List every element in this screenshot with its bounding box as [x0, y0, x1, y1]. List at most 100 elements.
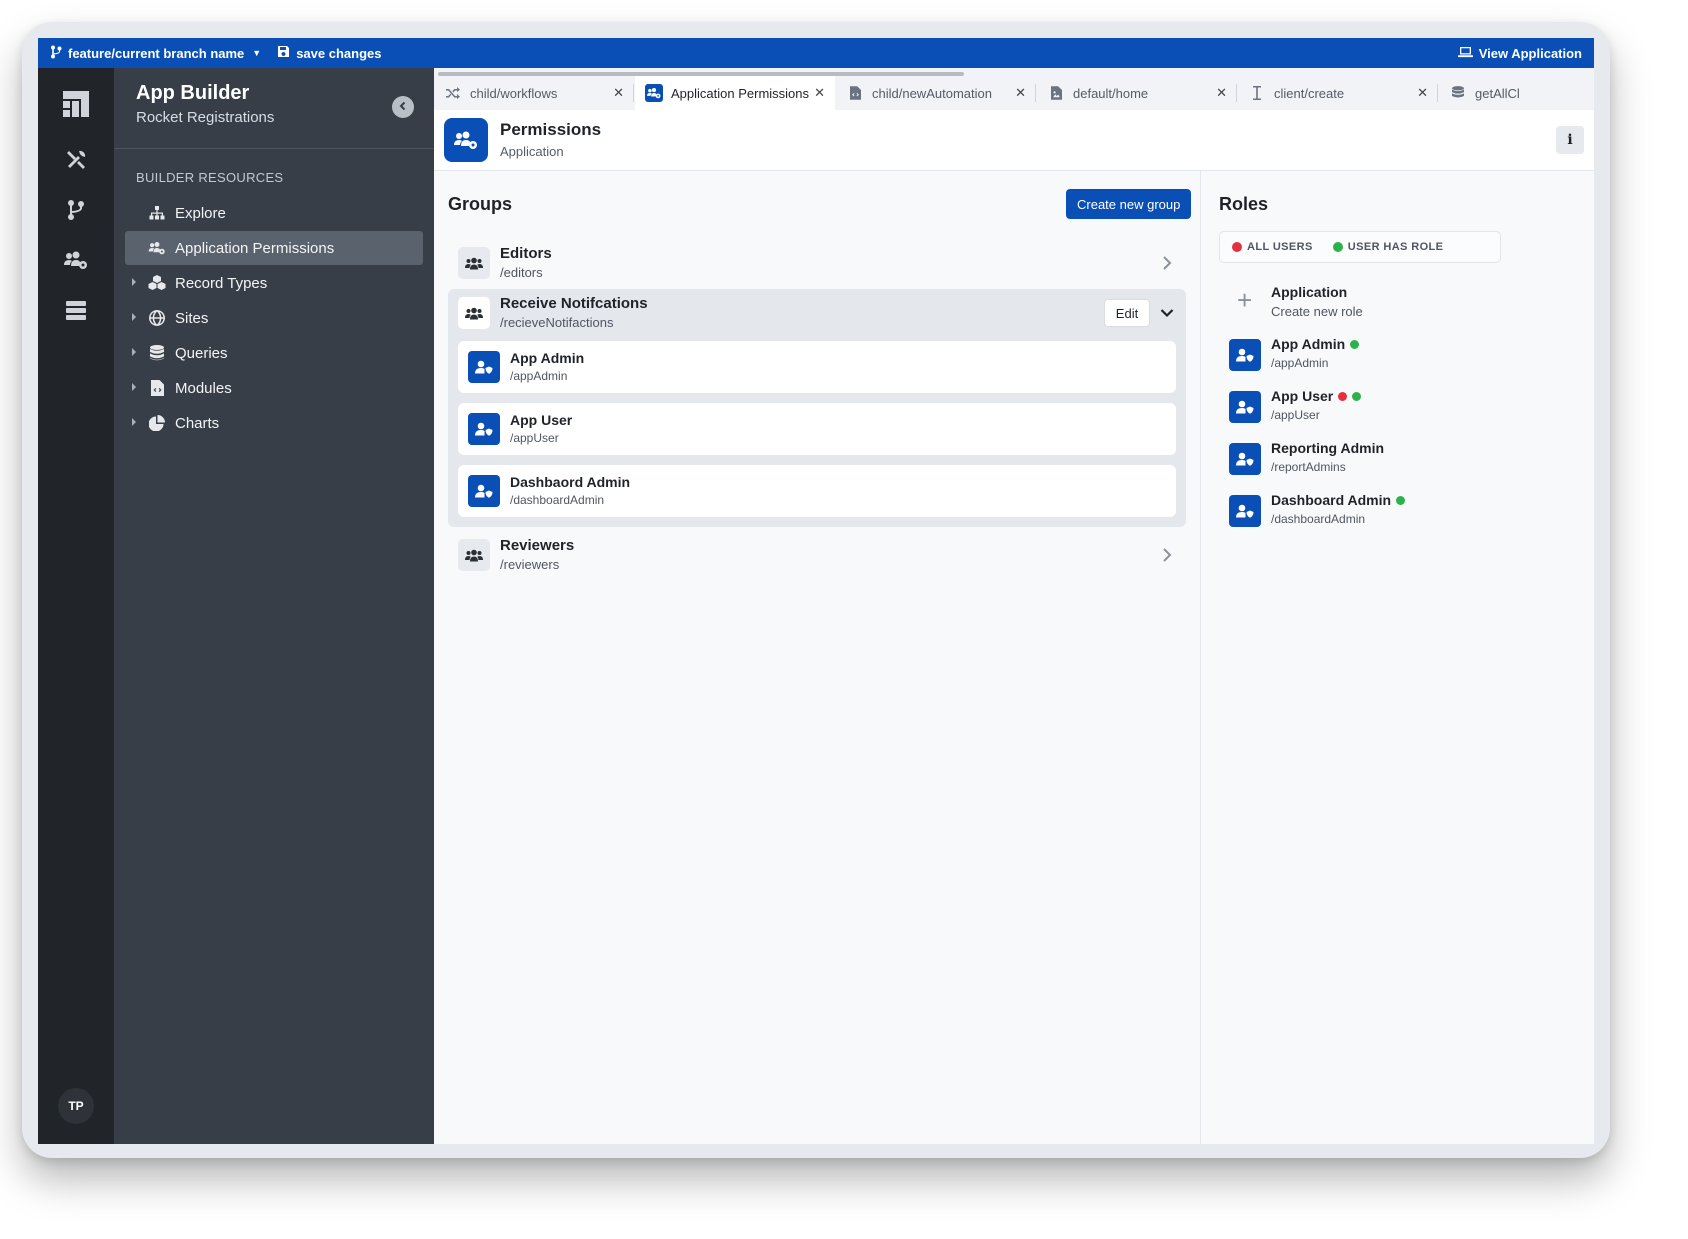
role-row-dashboard-admin[interactable]: Dashboard Admin /dashboardAdmin [1219, 485, 1579, 537]
group-row-receive-notifications[interactable]: Receive Notifcations /recieveNotifaction… [448, 289, 1186, 337]
tab-child-new-automation[interactable]: child/newAutomation ✕ [836, 76, 1036, 110]
role-path: /appAdmin [510, 369, 568, 383]
branch-selector[interactable]: feature/current branch name ▼ [50, 45, 261, 62]
logo-icon[interactable] [62, 90, 90, 118]
sidebar-item-label: Queries [175, 344, 228, 362]
chevron-down-icon[interactable] [1160, 305, 1174, 323]
group-expanded-receive-notifications: Receive Notifcations /recieveNotifaction… [448, 289, 1186, 527]
group-role-card[interactable]: App User /appUser [458, 403, 1176, 455]
user-shield-icon [468, 351, 500, 383]
chevron-right-icon[interactable] [1162, 255, 1172, 276]
sidebar-item-record-types[interactable]: Record Types [125, 266, 423, 300]
database-icon [1449, 84, 1467, 102]
all-users-dot [1338, 391, 1348, 401]
role-path: /appUser [1271, 408, 1320, 422]
tab-divider [1236, 84, 1237, 102]
roles-panel: Roles ALL USERS USER HAS ROLE + Applicat… [1200, 171, 1594, 1144]
tab-default-home[interactable]: default/home ✕ [1037, 76, 1237, 110]
group-name: Receive Notifcations [500, 295, 648, 312]
role-path: /dashboardAdmin [510, 493, 605, 507]
sidebar-nav: Explore Application Permissions Record T… [125, 196, 423, 441]
tools-icon[interactable] [62, 146, 90, 174]
info-button[interactable]: i [1556, 126, 1584, 154]
users-icon [458, 539, 490, 571]
sidebar-item-label: Application Permissions [175, 239, 335, 257]
sidebar-item-application-permissions[interactable]: Application Permissions [125, 231, 423, 265]
server-icon[interactable] [62, 296, 90, 324]
users-cog-icon [147, 238, 167, 258]
role-name: App Admin [1271, 336, 1360, 352]
role-path: /reportAdmins [1271, 460, 1346, 474]
tab-label: client/create [1274, 85, 1345, 101]
sidebar-item-queries[interactable]: Queries [125, 336, 423, 370]
sidebar-header: App Builder Rocket Registrations [136, 82, 274, 126]
user-shield-icon [1229, 339, 1261, 371]
chevron-right-icon[interactable] [1162, 547, 1172, 568]
laptop-icon [1457, 46, 1473, 61]
close-icon[interactable]: ✕ [1015, 85, 1026, 101]
save-changes-button[interactable]: save changes [277, 45, 381, 61]
green-dot [1332, 242, 1343, 252]
sidebar-item-modules[interactable]: Modules [125, 371, 423, 405]
role-name-text: Reporting Admin [1271, 440, 1385, 456]
tab-child-workflows[interactable]: child/workflows ✕ [434, 76, 634, 110]
group-role-card[interactable]: App Admin /appAdmin [458, 341, 1176, 393]
builder-resources-heading: BUILDER RESOURCES [136, 170, 284, 185]
user-has-role-dot [1350, 339, 1360, 349]
users-icon [458, 247, 490, 279]
floppy-disk-icon [277, 45, 290, 61]
role-name: Reporting Admin [1271, 440, 1384, 456]
group-row-editors[interactable]: Editors /editors [448, 239, 1186, 287]
caret-right-icon [132, 348, 136, 356]
legend-label: ALL USERS [1247, 241, 1313, 253]
group-path: /reviewers [500, 557, 560, 572]
cubes-icon [147, 273, 167, 293]
sidebar-item-charts[interactable]: Charts [125, 406, 423, 440]
plus-icon: + [1237, 285, 1253, 315]
tab-label: child/newAutomation [872, 85, 992, 101]
users-cog-icon [645, 84, 663, 102]
collapse-sidebar-button[interactable] [392, 96, 414, 118]
user-avatar[interactable]: TP [58, 1088, 94, 1124]
top-bar: feature/current branch name ▼ save chang… [38, 38, 1594, 68]
create-role-subtitle: Create new role [1271, 304, 1363, 319]
close-icon[interactable]: ✕ [613, 85, 624, 101]
sidebar-item-label: Explore [175, 204, 226, 222]
users-cog-icon[interactable] [62, 246, 90, 274]
role-path: /dashboardAdmin [1271, 512, 1366, 526]
globe-icon [147, 308, 167, 328]
group-path: /editors [500, 265, 543, 280]
role-row-reporting-admin[interactable]: Reporting Admin /reportAdmins [1219, 433, 1579, 485]
group-row-reviewers[interactable]: Reviewers /reviewers [448, 531, 1186, 579]
role-row-app-admin[interactable]: App Admin /appAdmin [1219, 329, 1579, 381]
view-application-button[interactable]: View Application [1457, 46, 1582, 61]
create-new-group-button[interactable]: Create new group [1066, 189, 1192, 219]
close-icon[interactable]: ✕ [814, 85, 825, 101]
close-icon[interactable]: ✕ [1216, 85, 1227, 101]
tab-label: Application Permissions [671, 85, 810, 101]
user-has-role-dot [1352, 391, 1362, 401]
groups-title: Groups [448, 194, 513, 214]
role-row-app-user[interactable]: App User /appUser [1219, 381, 1579, 433]
group-name: Reviewers [500, 537, 575, 554]
user-has-role-dot [1396, 495, 1406, 505]
branch-name: feature/current branch name [68, 45, 245, 61]
branch-icon[interactable] [62, 196, 90, 224]
chevron-left-icon [398, 98, 408, 116]
sidebar-item-sites[interactable]: Sites [125, 301, 423, 335]
role-name: Dashboard Admin [1271, 492, 1406, 508]
tab-client-create[interactable]: client/create ✕ [1238, 76, 1438, 110]
tab-get-all-cl[interactable]: getAllCl [1439, 76, 1594, 110]
edit-group-button[interactable]: Edit [1104, 299, 1150, 327]
create-new-role-button[interactable]: + Application Create new role [1219, 277, 1579, 329]
sidebar-item-label: Sites [175, 309, 209, 327]
roles-title: Roles [1219, 194, 1269, 214]
group-path: /recieveNotifactions [500, 315, 614, 330]
tab-application-permissions[interactable]: Application Permissions ✕ [635, 76, 835, 110]
sidebar-item-explore[interactable]: Explore [125, 196, 423, 230]
icon-rail: TP [38, 68, 114, 1144]
page-header: Permissions Application i [434, 110, 1594, 171]
group-role-card[interactable]: Dashbaord Admin /dashboardAdmin [458, 465, 1176, 517]
user-shield-icon [1229, 391, 1261, 423]
close-icon[interactable]: ✕ [1417, 85, 1428, 101]
